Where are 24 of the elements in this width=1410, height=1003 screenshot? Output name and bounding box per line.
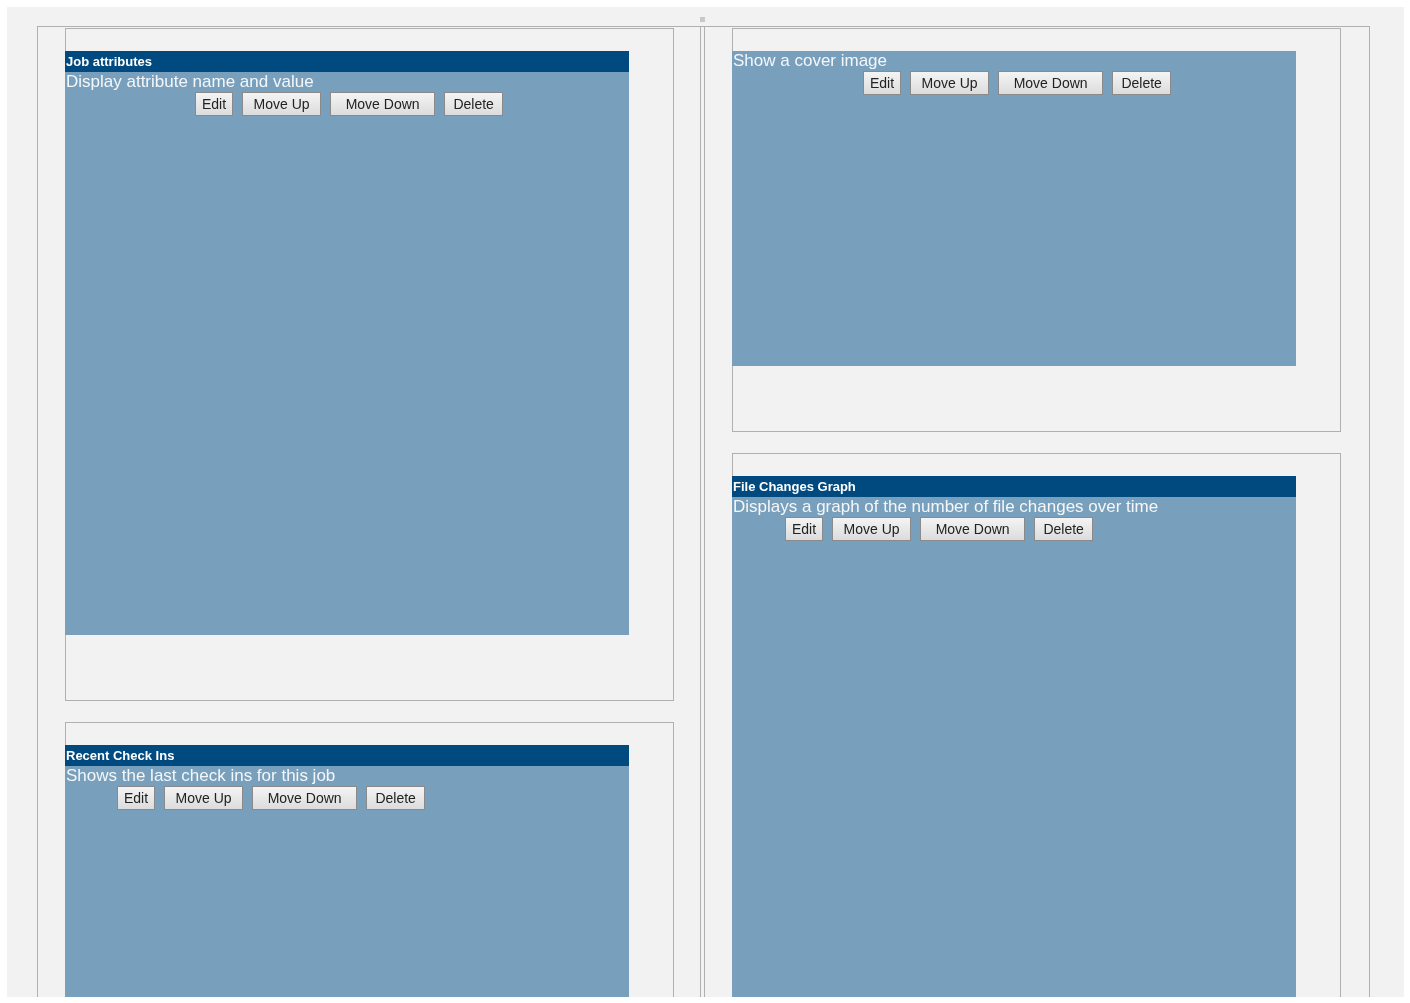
widget-action-button[interactable]: Move Up <box>242 92 322 116</box>
widget-action-button[interactable]: Move Up <box>910 71 990 95</box>
widget-action-button[interactable]: Move Down <box>998 71 1104 95</box>
widget-title: Recent Check Ins <box>65 745 629 766</box>
widget-action-button[interactable]: Move Down <box>330 92 436 116</box>
widget-action-button[interactable]: Delete <box>444 92 504 116</box>
splitter-handle[interactable] <box>700 17 705 22</box>
widget-action-button[interactable]: Delete <box>1112 71 1172 95</box>
widget-action-button[interactable]: Edit <box>195 92 234 116</box>
widget-action-button[interactable]: Edit <box>785 517 824 541</box>
widget-action-button[interactable]: Delete <box>1034 517 1094 541</box>
widget-description: Show a cover image <box>732 51 889 71</box>
widget-action-button[interactable]: Delete <box>366 786 426 810</box>
widget-action-button[interactable]: Move Down <box>920 517 1026 541</box>
widget-action-button[interactable]: Move Down <box>252 786 358 810</box>
widget-description: Displays a graph of the number of file changes over time <box>732 497 1160 517</box>
widget-description: Display attribute name and value <box>65 72 315 92</box>
widget-action-button[interactable]: Edit <box>117 786 156 810</box>
widget-action-button[interactable]: Move Up <box>164 786 244 810</box>
widget-title: Job attributes <box>65 51 629 72</box>
widget-description: Shows the last check ins for this job <box>65 766 337 786</box>
widget-action-button[interactable]: Edit <box>863 71 902 95</box>
widget-action-button[interactable]: Move Up <box>832 517 912 541</box>
widget-title: File Changes Graph <box>732 476 1296 497</box>
